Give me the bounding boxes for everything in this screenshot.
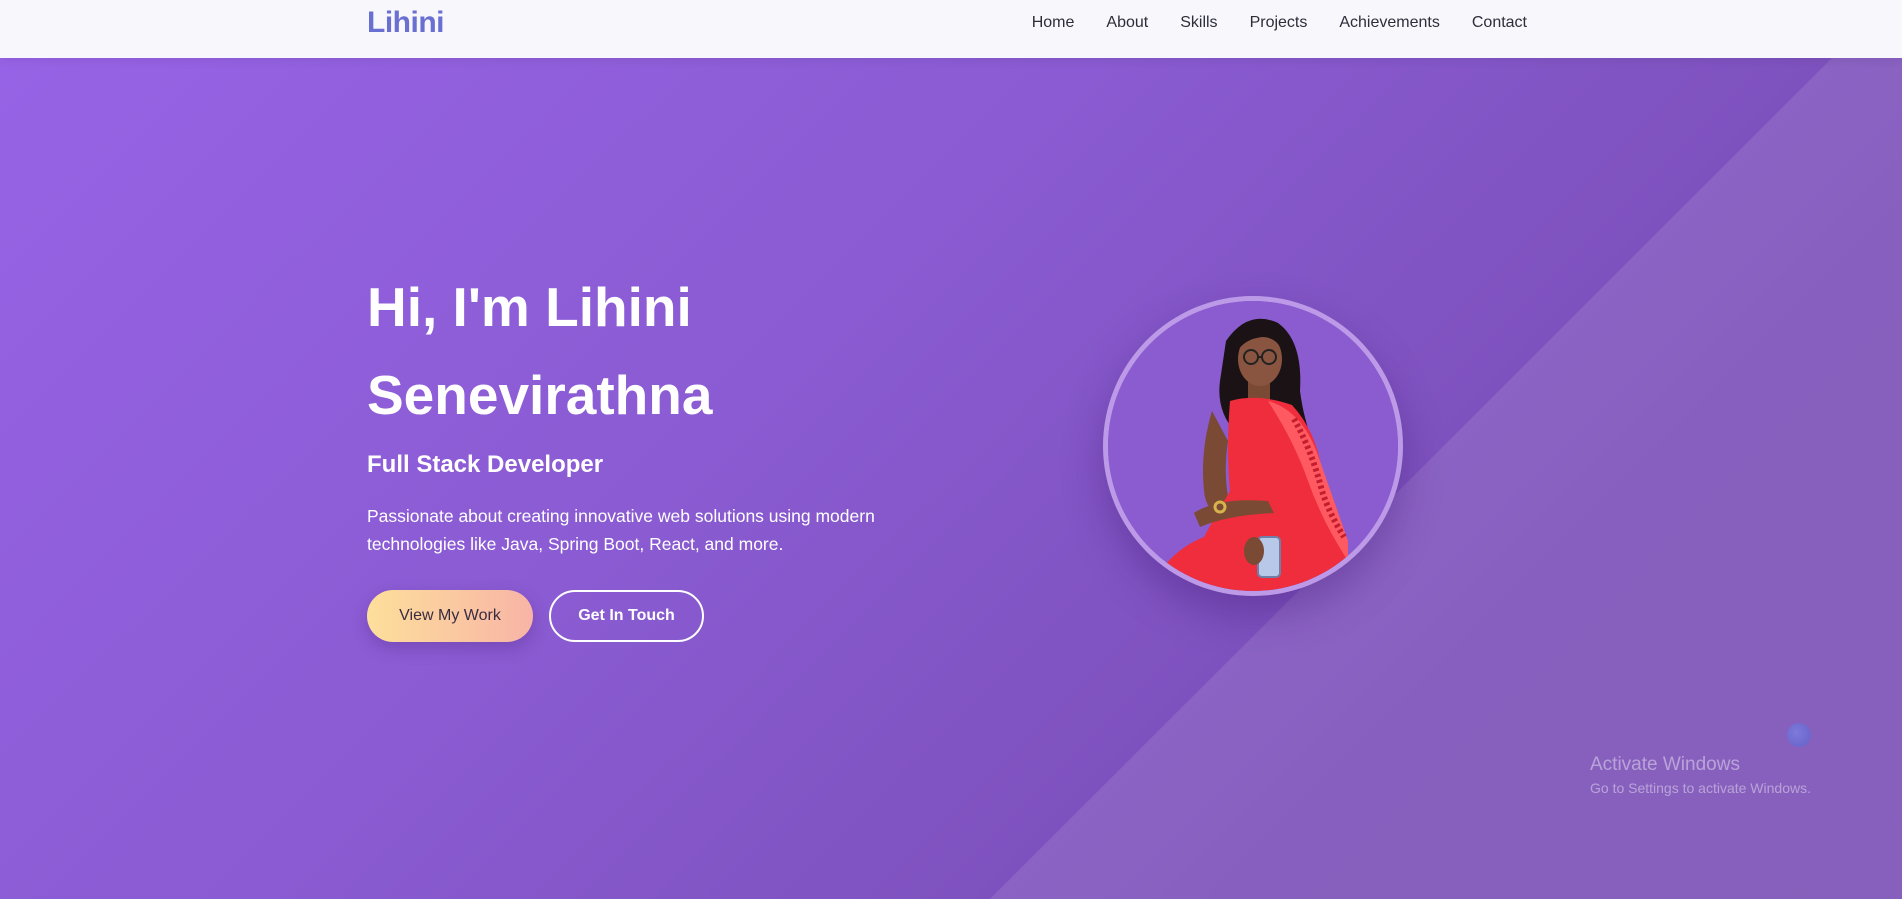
hero-title-line1: Hi, I'm Lihini bbox=[367, 276, 692, 338]
nav-item-projects: Projects bbox=[1250, 14, 1308, 32]
nav-link-achievements[interactable]: Achievements bbox=[1339, 14, 1440, 31]
nav-item-home: Home bbox=[1032, 14, 1075, 32]
watermark-subtitle: Go to Settings to activate Windows. bbox=[1590, 780, 1811, 796]
floating-dot-decoration bbox=[1787, 723, 1811, 747]
hero-subtitle: Full Stack Developer bbox=[367, 451, 604, 478]
nav-links: Home About Skills Projects Achievements … bbox=[1032, 14, 1527, 32]
get-in-touch-button[interactable]: Get In Touch bbox=[549, 590, 704, 642]
nav-item-skills: Skills bbox=[1180, 14, 1217, 32]
profile-photo bbox=[1103, 296, 1403, 596]
nav-item-achievements: Achievements bbox=[1339, 14, 1440, 32]
view-my-work-button[interactable]: View My Work bbox=[367, 590, 533, 642]
nav-link-about[interactable]: About bbox=[1106, 14, 1148, 31]
nav-item-contact: Contact bbox=[1472, 14, 1527, 32]
hero-title: Hi, I'm Lihini Senevirathna bbox=[367, 263, 967, 439]
nav-link-home[interactable]: Home bbox=[1032, 14, 1075, 31]
nav-item-about: About bbox=[1106, 14, 1148, 32]
hero-description: Passionate about creating innovative web… bbox=[367, 506, 875, 554]
nav-link-skills[interactable]: Skills bbox=[1180, 14, 1217, 31]
nav-link-projects[interactable]: Projects bbox=[1250, 14, 1308, 31]
windows-activation-watermark: Activate Windows Go to Settings to activ… bbox=[1590, 754, 1811, 796]
nav-link-contact[interactable]: Contact bbox=[1472, 14, 1527, 31]
navbar: Lihini Home About Skills Projects Achiev… bbox=[0, 0, 1902, 58]
watermark-title: Activate Windows bbox=[1590, 754, 1740, 775]
site-logo[interactable]: Lihini bbox=[367, 6, 444, 40]
hero-title-line2: Senevirathna bbox=[367, 364, 713, 426]
profile-portrait-illustration bbox=[1108, 301, 1398, 591]
